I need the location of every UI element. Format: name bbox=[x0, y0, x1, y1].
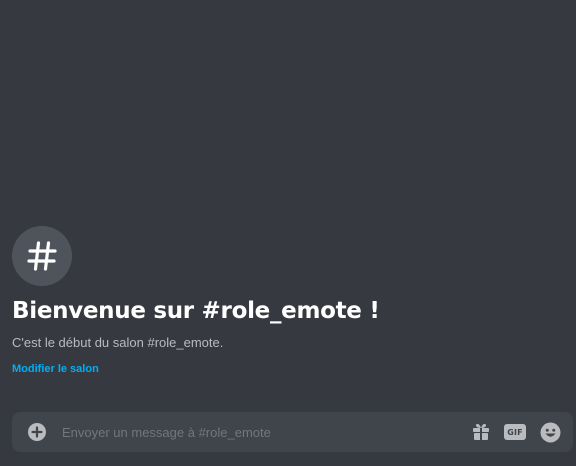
edit-channel-link[interactable]: Modifier le salon bbox=[12, 362, 99, 376]
gift-button[interactable] bbox=[470, 420, 492, 444]
gif-label: GIF bbox=[504, 424, 526, 440]
chat-area: Bienvenue sur #role_emote ! C'est le déb… bbox=[0, 0, 576, 466]
channel-avatar bbox=[12, 226, 72, 286]
attach-button[interactable] bbox=[26, 421, 48, 443]
message-input[interactable] bbox=[62, 421, 470, 443]
gift-icon bbox=[473, 423, 489, 440]
hash-icon bbox=[27, 241, 57, 271]
smiley-icon bbox=[540, 422, 560, 442]
message-composer: GIF bbox=[12, 412, 573, 452]
gif-button[interactable]: GIF bbox=[504, 420, 526, 444]
plus-circle-icon bbox=[28, 423, 46, 441]
emoji-button[interactable] bbox=[539, 420, 561, 444]
channel-welcome: Bienvenue sur #role_emote ! C'est le déb… bbox=[12, 226, 562, 377]
welcome-title: Bienvenue sur #role_emote ! bbox=[12, 298, 380, 324]
welcome-subtitle: C'est le début du salon #role_emote. bbox=[12, 335, 224, 350]
